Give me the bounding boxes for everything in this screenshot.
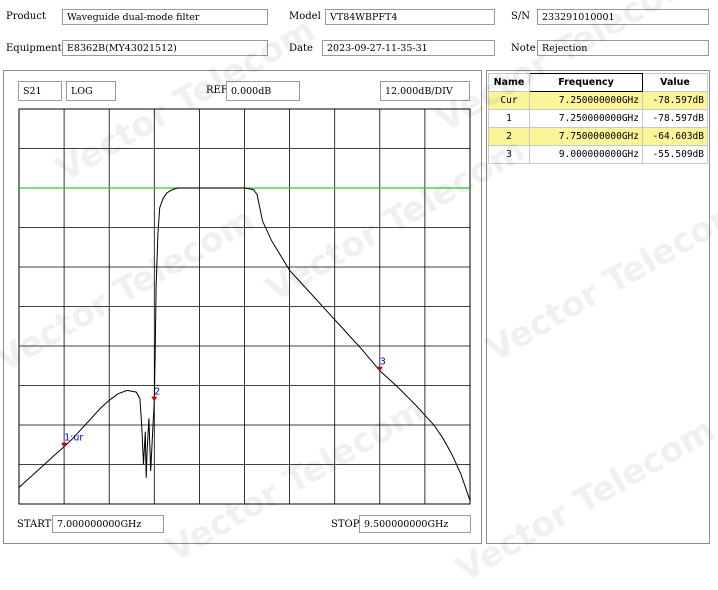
table-row[interactable]: 3 9.000000000GHz -55.509dB — [488, 145, 708, 164]
sn-label: S/N — [511, 11, 530, 22]
equipment-label: Equipment — [6, 43, 62, 54]
marker-table: Name Frequency Value Cur 7.250000000GHz -7… — [488, 73, 708, 164]
marker-label: 1:ur — [64, 433, 83, 444]
date-label: Date — [289, 43, 313, 54]
cell-name: Cur — [488, 91, 530, 110]
table-row[interactable]: Cur 7.250000000GHz -78.597dB — [488, 91, 708, 110]
table-row[interactable]: 1 7.250000000GHz -78.597dB — [488, 109, 708, 128]
sn-field[interactable]: 233291010001 — [537, 9, 709, 25]
col-header-frequency[interactable]: Frequency — [529, 73, 643, 92]
equipment-field[interactable]: E8362B(MY43021512) — [62, 40, 268, 56]
cell-value: -78.597dB — [642, 91, 708, 110]
stop-field[interactable]: 9.500000000GHz — [359, 515, 471, 533]
date-field[interactable]: 2023-09-27-11-35-31 — [322, 40, 495, 56]
stop-label: STOP — [331, 519, 360, 530]
marker-label: 3 — [380, 357, 386, 368]
marker-label: 2 — [154, 387, 160, 398]
cell-name: 1 — [488, 109, 530, 128]
col-header-name: Name — [488, 73, 530, 92]
model-label: Model — [289, 11, 321, 22]
cell-frequency: 7.750000000GHz — [529, 127, 643, 146]
start-field[interactable]: 7.000000000GHz — [52, 515, 164, 533]
model-field[interactable]: VT84WBPFT4 — [325, 9, 495, 25]
cell-name: 2 — [488, 127, 530, 146]
cell-value: -64.603dB — [642, 127, 708, 146]
product-label: Product — [6, 11, 46, 22]
marker-table-panel: Name Frequency Value Cur 7.250000000GHz -7… — [486, 70, 710, 544]
cell-frequency: 9.000000000GHz — [529, 145, 643, 164]
start-label: START — [17, 519, 52, 530]
table-row[interactable]: 2 7.750000000GHz -64.603dB — [488, 127, 708, 146]
note-field[interactable]: Rejection — [537, 40, 709, 56]
product-field[interactable]: Waveguide dual-mode filter — [62, 9, 268, 25]
cell-name: 3 — [488, 145, 530, 164]
chart-panel: S21 LOG REF 0.000dB 12.000dB/DIV 1:ur 2 3 … — [3, 70, 482, 544]
cell-frequency: 7.250000000GHz — [529, 91, 643, 110]
cell-frequency: 7.250000000GHz — [529, 109, 643, 128]
col-header-value: Value — [642, 73, 708, 92]
s21-plot: 1:ur 2 3 — [18, 108, 471, 505]
note-label: Note — [511, 43, 536, 54]
cell-value: -78.597dB — [642, 109, 708, 128]
cell-value: -55.509dB — [642, 145, 708, 164]
